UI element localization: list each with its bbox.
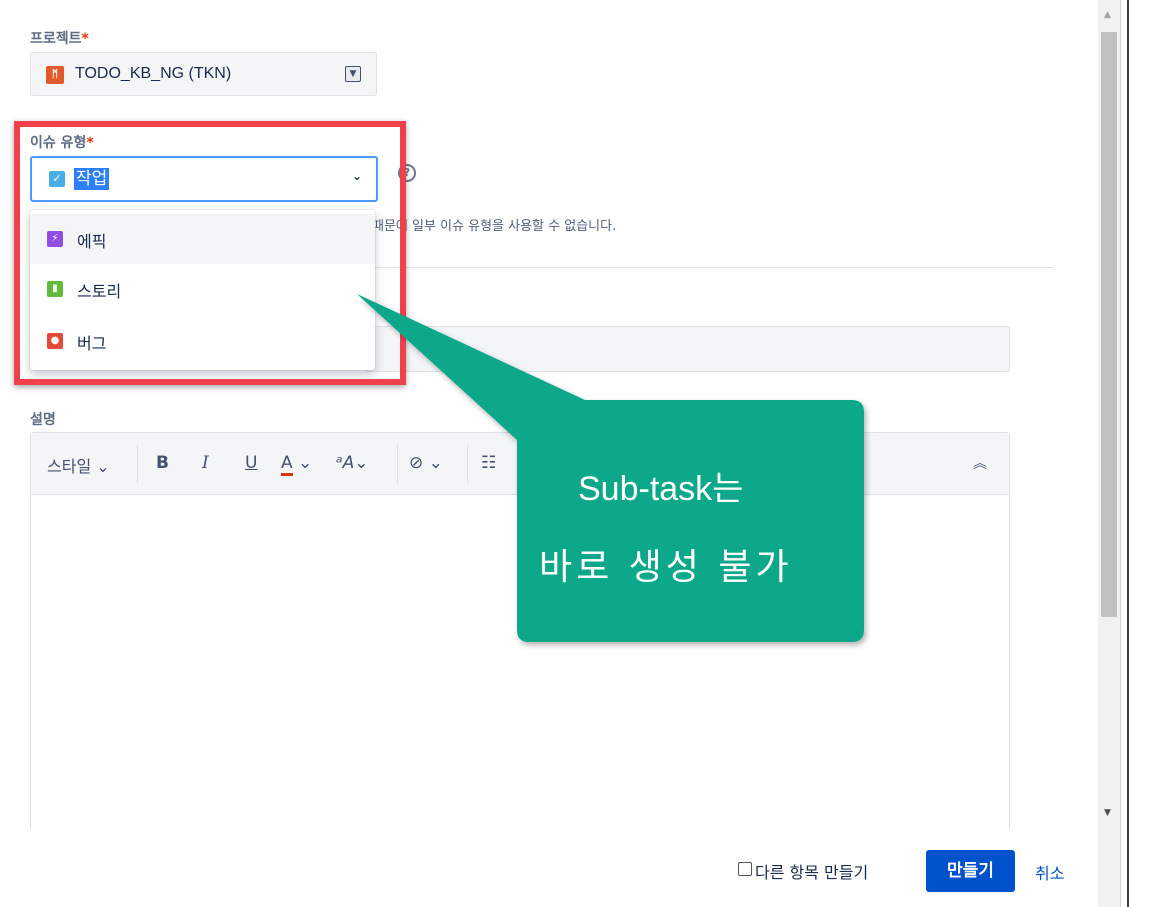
create-another-checkbox[interactable] <box>738 862 752 876</box>
underline-button[interactable]: U <box>245 453 257 473</box>
project-avatar-icon: ᛗ <box>46 66 64 84</box>
create-another-label: 다른 항목 만들기 <box>755 863 869 882</box>
italic-button[interactable]: I <box>202 453 209 473</box>
scroll-down-arrow-icon[interactable]: ▼ <box>1104 808 1111 818</box>
chevron-double-up-icon: ︽ <box>973 456 987 472</box>
create-button[interactable]: 만들기 <box>926 850 1015 892</box>
required-mark: * <box>81 31 89 47</box>
chevron-down-icon[interactable]: ▼ <box>345 66 361 82</box>
toolbar-separator <box>137 445 138 483</box>
cancel-link[interactable]: 취소 <box>1035 860 1064 884</box>
text-color-button[interactable]: A ⌄ <box>281 453 312 476</box>
vertical-scrollbar[interactable]: ▲ ▼ <box>1098 0 1120 907</box>
callout-text-line2: 바로 생성 불가 <box>539 547 793 588</box>
scroll-up-arrow-icon[interactable]: ▲ <box>1104 10 1111 20</box>
project-value: TODO_KB_NG (TKN) <box>75 65 232 82</box>
callout-text-line1: Sub-task는 <box>578 470 744 508</box>
style-dropdown[interactable]: 스타일 ⌄ <box>47 453 110 477</box>
collapse-toolbar-button[interactable]: ︽ <box>973 453 987 473</box>
scrollbar-thumb[interactable] <box>1101 32 1117 617</box>
description-label: 설명 <box>30 412 56 428</box>
bold-button[interactable]: B <box>156 453 169 473</box>
project-label: 프로젝트* <box>30 31 89 47</box>
project-select[interactable]: ᛗ TODO_KB_NG (TKN) ▼ <box>30 52 377 96</box>
window-edge <box>1120 0 1159 907</box>
window-frame-line <box>1127 0 1129 907</box>
issue-type-note: 때문에 일부 이슈 유형을 사용할 수 없습니다. <box>372 219 617 234</box>
